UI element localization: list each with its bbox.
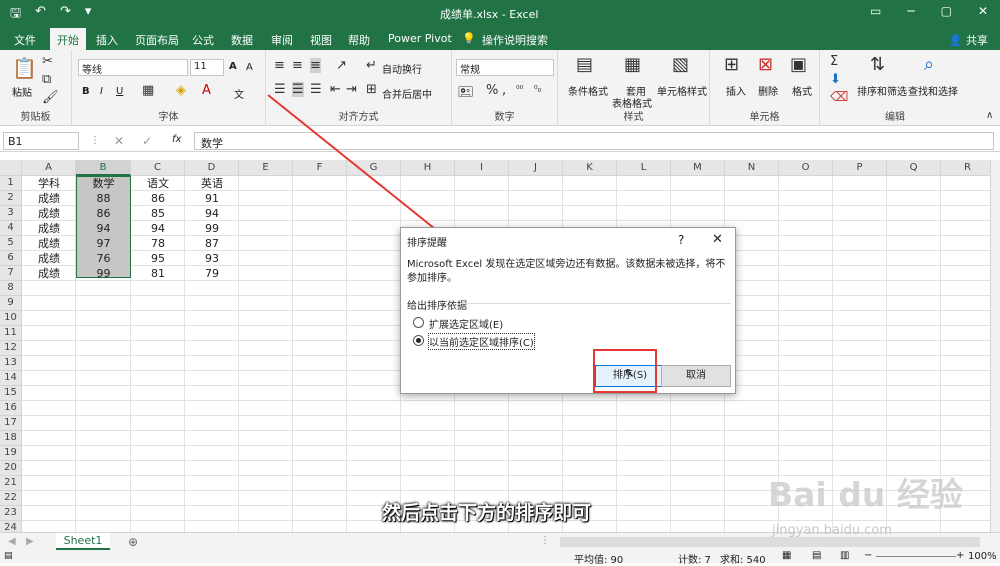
sort-basis-label: 给出排序依据 [407,301,467,312]
watermark-brand: Bai du 经验 [768,475,963,514]
expand-selection-label[interactable]: 扩展选定区域(E) [429,316,503,331]
close-icon[interactable]: ✕ [712,232,723,247]
current-selection-label[interactable]: 以当前选定区域排序(C) [428,333,535,350]
dialog-title: 排序提醒 [407,238,447,249]
current-selection-radio[interactable] [413,335,424,346]
help-icon[interactable]: ? [678,233,684,247]
divider [461,303,731,304]
video-subtitle: 然后点击下方的排序即可 [382,502,592,524]
dialog-message: Microsoft Excel 发现在选定区域旁边还有数据。该数据未被选择，将不… [407,259,726,284]
sort-warning-dialog: 排序提醒 ? ✕ Microsoft Excel 发现在选定区域旁边还有数据。该… [400,227,736,394]
expand-selection-radio[interactable] [413,317,424,328]
mouse-cursor-icon: ↖ [624,366,635,381]
watermark-url: jingyan.baidu.com [772,523,892,538]
cancel-button[interactable]: 取消 [661,365,731,387]
